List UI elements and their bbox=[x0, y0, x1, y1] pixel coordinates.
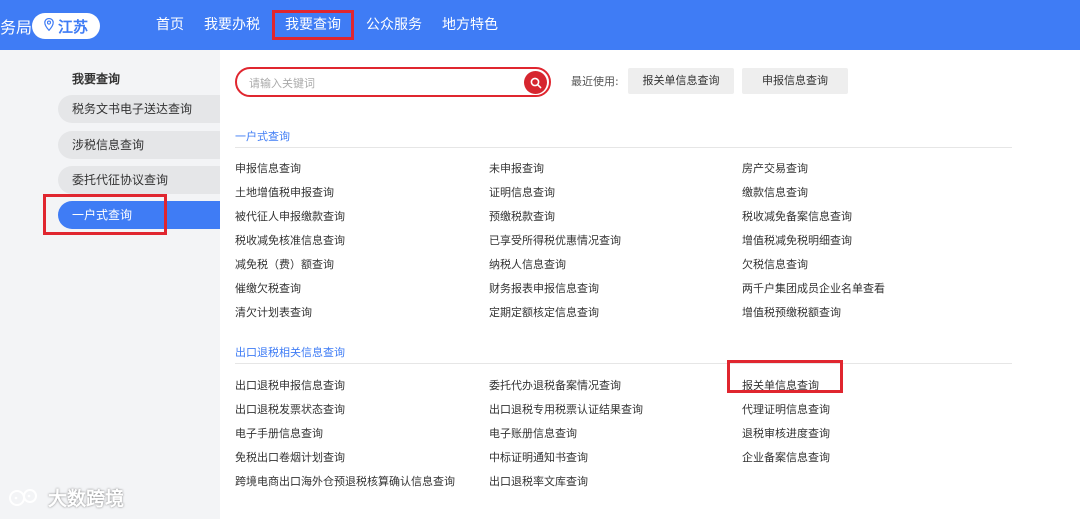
search-icon bbox=[530, 77, 541, 88]
recent-used-label: 最近使用: bbox=[571, 75, 619, 88]
section-divider bbox=[235, 363, 1012, 364]
sidebar-title: 我要查询 bbox=[72, 72, 121, 86]
nav-home[interactable]: 首页 bbox=[146, 10, 194, 40]
query-link[interactable]: 退税审核进度查询 bbox=[742, 425, 830, 441]
region-name: 江苏 bbox=[57, 17, 88, 36]
query-link[interactable]: 房产交易查询 bbox=[742, 160, 808, 176]
query-link[interactable]: 增值税减免税明细查询 bbox=[742, 232, 852, 248]
top-nav-bar: 务局 江苏 首页 我要办税 我要查询 公众服务 地方特色 bbox=[0, 0, 1080, 50]
query-link[interactable]: 欠税信息查询 bbox=[742, 256, 808, 272]
watermark: 大数跨境 bbox=[8, 484, 124, 511]
recent-declaration-query-button[interactable]: 申报信息查询 bbox=[742, 68, 848, 94]
query-link[interactable]: 电子手册信息查询 bbox=[235, 425, 323, 441]
query-link[interactable]: 土地增值税申报查询 bbox=[235, 184, 334, 200]
section-title-export-refund: 出口退税相关信息查询 bbox=[235, 346, 345, 359]
sidebar: 我要查询 税务文书电子送达查询 涉税信息查询 委托代征协议查询 一户式查询 bbox=[0, 50, 220, 519]
query-link[interactable]: 未申报查询 bbox=[489, 160, 544, 176]
query-link[interactable]: 代理证明信息查询 bbox=[742, 401, 830, 417]
query-link[interactable]: 出口退税申报信息查询 bbox=[235, 377, 345, 393]
sidebar-item-tax-info[interactable]: 涉税信息查询 bbox=[58, 131, 220, 159]
query-link[interactable]: 被代征人申报缴款查询 bbox=[235, 208, 345, 224]
nav-local-features[interactable]: 地方特色 bbox=[432, 10, 508, 40]
sidebar-item-one-stop-query[interactable]: 一户式查询 bbox=[58, 201, 220, 229]
sidebar-item-agency-agreement[interactable]: 委托代征协议查询 bbox=[58, 166, 220, 194]
query-link[interactable]: 出口退税发票状态查询 bbox=[235, 401, 345, 417]
query-link[interactable]: 催缴欠税查询 bbox=[235, 280, 301, 296]
watermark-text: 大数跨境 bbox=[48, 488, 125, 510]
query-link[interactable]: 清欠计划表查询 bbox=[235, 304, 312, 320]
query-link[interactable]: 出口退税率文库查询 bbox=[489, 473, 588, 489]
main-nav: 首页 我要办税 我要查询 公众服务 地方特色 bbox=[146, 0, 508, 50]
query-link[interactable]: 免税出口卷烟计划查询 bbox=[235, 449, 345, 465]
query-link[interactable]: 委托代办退税备案情况查询 bbox=[489, 377, 621, 393]
nav-query[interactable]: 我要查询 bbox=[272, 10, 354, 40]
query-link[interactable]: 纳税人信息查询 bbox=[489, 256, 566, 272]
query-link[interactable]: 证明信息查询 bbox=[489, 184, 555, 200]
query-link[interactable]: 税收减免核准信息查询 bbox=[235, 232, 345, 248]
query-link[interactable]: 减免税（费）额查询 bbox=[235, 256, 334, 272]
search-box bbox=[235, 67, 551, 97]
query-link[interactable]: 定期定额核定信息查询 bbox=[489, 304, 599, 320]
query-link[interactable]: 预缴税款查询 bbox=[489, 208, 555, 224]
search-button[interactable] bbox=[524, 71, 547, 94]
query-link[interactable]: 财务报表申报信息查询 bbox=[489, 280, 599, 296]
query-link[interactable]: 电子账册信息查询 bbox=[489, 425, 577, 441]
site-brand: 务局 bbox=[0, 18, 33, 37]
query-link[interactable]: 企业备案信息查询 bbox=[742, 449, 830, 465]
sidebar-item-document-delivery[interactable]: 税务文书电子送达查询 bbox=[58, 95, 220, 123]
query-link[interactable]: 出口退税专用税票认证结果查询 bbox=[489, 401, 643, 417]
query-link[interactable]: 缴款信息查询 bbox=[742, 184, 808, 200]
query-link[interactable]: 跨境电商出口海外仓预退税核算确认信息查询 bbox=[235, 473, 455, 489]
query-link[interactable]: 已享受所得税优惠情况查询 bbox=[489, 232, 621, 248]
recent-customs-query-button[interactable]: 报关单信息查询 bbox=[628, 68, 734, 94]
customs-declaration-query-link[interactable]: 报关单信息查询 bbox=[742, 377, 819, 393]
section-title-one-stop: 一户式查询 bbox=[235, 130, 290, 143]
query-link[interactable]: 增值税预缴税额查询 bbox=[742, 304, 841, 320]
main-content: 最近使用: 报关单信息查询 申报信息查询 一户式查询 申报信息查询 土地增值税申… bbox=[220, 50, 1080, 519]
nav-public-service[interactable]: 公众服务 bbox=[356, 10, 432, 40]
location-pin-icon bbox=[44, 17, 54, 34]
watermark-logo-icon bbox=[9, 488, 37, 506]
query-link[interactable]: 税收减免备案信息查询 bbox=[742, 208, 852, 224]
region-selector[interactable]: 江苏 bbox=[32, 13, 100, 39]
query-link[interactable]: 申报信息查询 bbox=[235, 160, 301, 176]
section-divider bbox=[235, 147, 1012, 148]
query-link[interactable]: 两千户集团成员企业名单查看 bbox=[742, 280, 885, 296]
query-link[interactable]: 中标证明通知书查询 bbox=[489, 449, 588, 465]
search-input[interactable] bbox=[249, 73, 509, 93]
nav-tax-handling[interactable]: 我要办税 bbox=[194, 10, 270, 40]
